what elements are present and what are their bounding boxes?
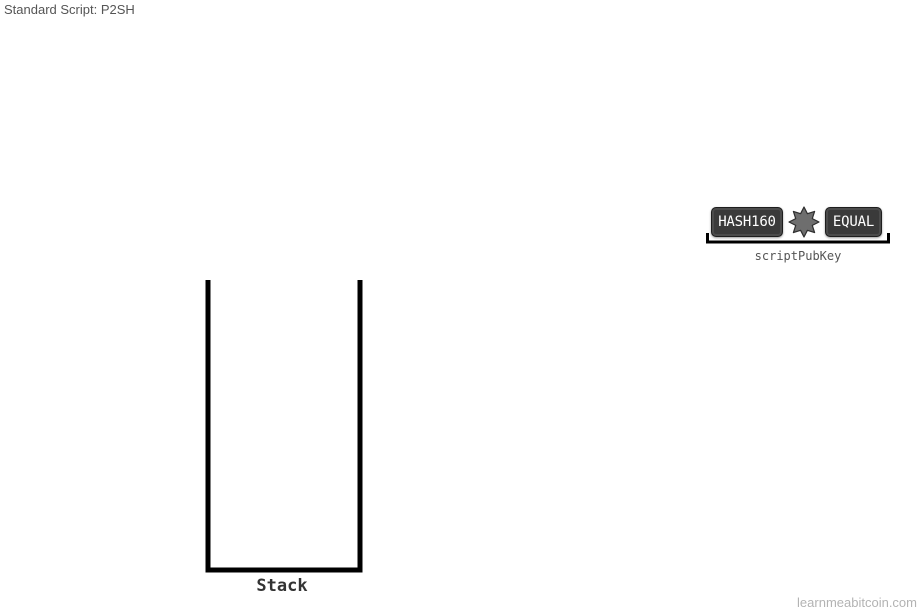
script-pubkey: HASH160 EQUAL scriptPubKey — [706, 204, 890, 266]
watermark: learnmeabitcoin.com — [797, 595, 917, 610]
script-pubkey-label: scriptPubKey — [754, 249, 842, 263]
page-title: Standard Script: P2SH — [4, 2, 135, 17]
script-bracket — [706, 233, 890, 244]
stack-container — [205, 280, 363, 573]
stack-label: Stack — [256, 576, 308, 596]
